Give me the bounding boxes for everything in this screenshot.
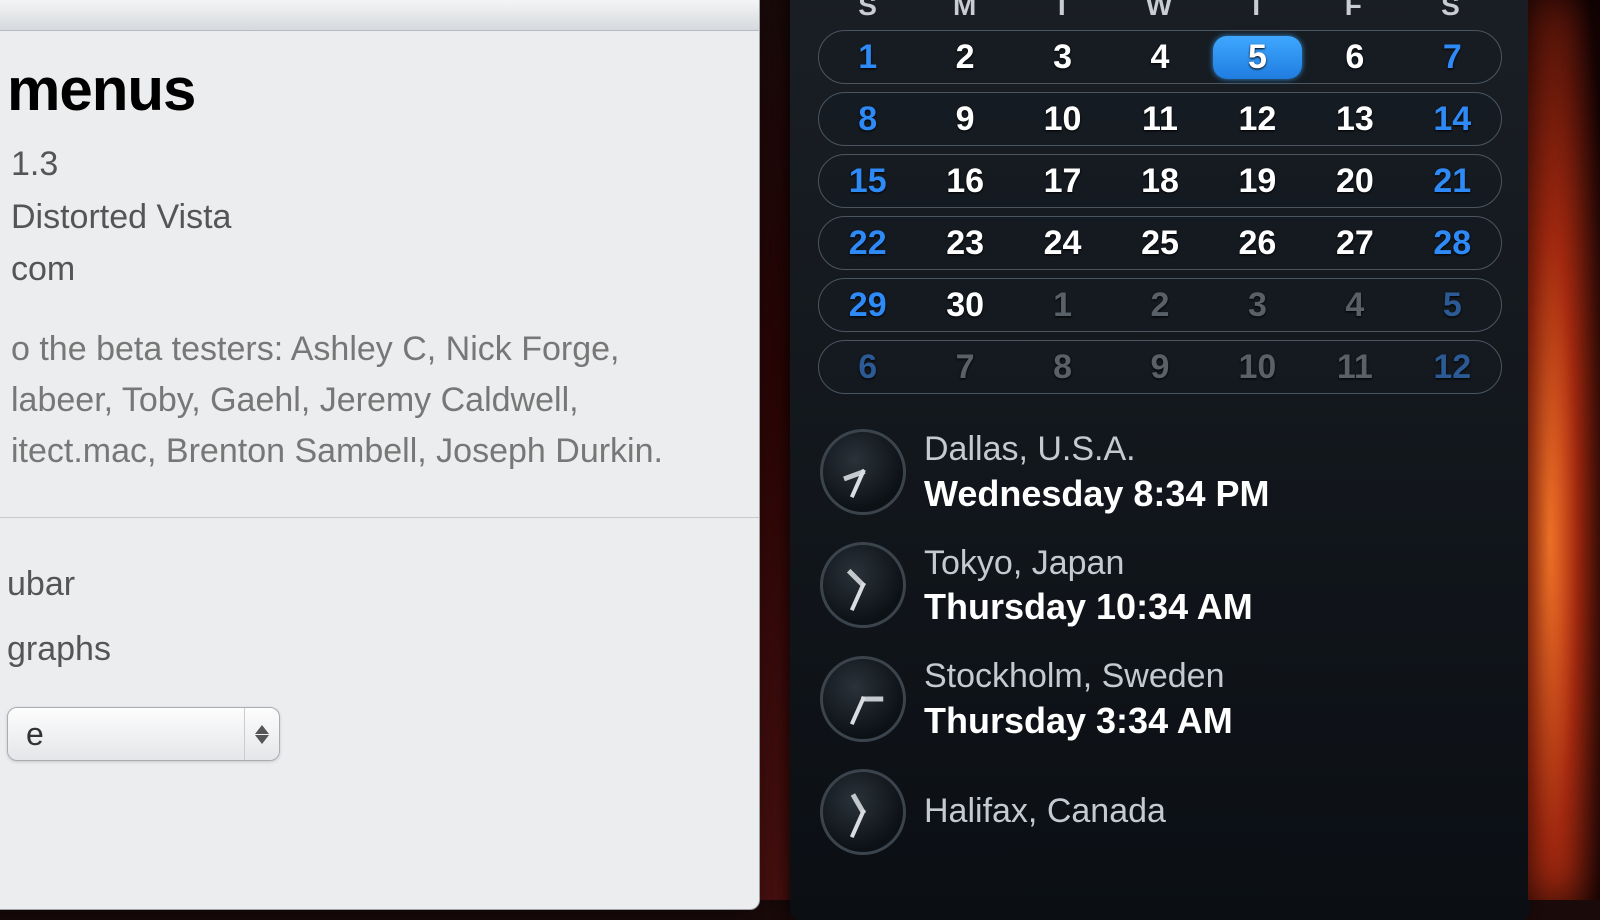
calendar-week-row: 6789101112 [818,340,1502,394]
clock-time: Thursday 10:34 AM [924,584,1253,629]
preferences-toolbar [0,0,759,31]
world-clock-row[interactable]: Dallas, U.S.A.Wednesday 8:34 PM [814,420,1506,534]
credits-block: o the beta testers: Ashley C, Nick Forge… [7,324,729,477]
calendar-day-cell[interactable]: 10 [1209,348,1306,387]
calendar-day-cell[interactable]: 20 [1306,162,1403,201]
clock-location: Tokyo, Japan [924,542,1253,585]
preferences-options-pane: ubar graphs e [0,518,759,776]
option-label: ubar [7,552,729,617]
calendar-day-cell[interactable]: 23 [916,224,1013,263]
preferences-window: menus 1.3 Distorted Vista com o the beta… [0,0,760,910]
calendar-week-row: 293012345 [818,278,1502,332]
calendar-day-cell[interactable]: 8 [819,100,916,139]
calendar-day-cell[interactable]: 11 [1111,100,1208,139]
clock-location: Stockholm, Sweden [924,655,1233,698]
version-text: 1.3 [11,138,729,191]
calendar-day-cell[interactable]: 8 [1014,348,1111,387]
calendar-day-cell[interactable]: 2 [1111,286,1208,325]
preferences-meta: 1.3 Distorted Vista com [7,138,729,296]
calendar-day-cell[interactable]: 9 [1111,348,1208,387]
calendar-day-name: T [1209,0,1306,22]
dropdown-select[interactable]: e [7,707,280,761]
calendar-day-cell[interactable]: 28 [1404,224,1501,263]
calendar-day-cell[interactable]: 27 [1306,224,1403,263]
calendar-day-cell[interactable]: 6 [1306,38,1403,77]
calendar-day-cell[interactable]: 12 [1209,100,1306,139]
calendar-day-cell[interactable]: 6 [819,348,916,387]
world-clock-row[interactable]: Stockholm, SwedenThursday 3:34 AM [814,647,1506,761]
calendar-day-cell[interactable]: 30 [916,286,1013,325]
calendar-day-cell[interactable]: 7 [916,348,1013,387]
stepper-chevrons-icon [244,708,269,760]
clock-face-icon [820,656,906,742]
clock-face-icon [820,542,906,628]
calendar-day-name: F [1306,0,1403,22]
preferences-about-pane: menus 1.3 Distorted Vista com o the beta… [0,31,759,487]
calendar-day-cell[interactable]: 17 [1014,162,1111,201]
calendar-day-cell[interactable]: 3 [1014,38,1111,77]
calendar-day-cell[interactable]: 26 [1209,224,1306,263]
calendar-day-cell[interactable]: 5 [1404,286,1501,325]
calendar-grid: 1234567891011121314151617181920212223242… [818,30,1502,394]
clock-time: Wednesday 8:34 PM [924,471,1269,516]
calendar-day-name: T [1014,0,1111,22]
calendar-day-cell[interactable]: 2 [916,38,1013,77]
calendar-day-cell[interactable]: 12 [1404,348,1501,387]
credits-line: itect.mac, Brenton Sambell, Joseph Durki… [11,426,729,477]
credits-line: labeer, Toby, Gaehl, Jeremy Caldwell, [11,375,729,426]
credits-line: o the beta testers: Ashley C, Nick Forge… [11,324,729,375]
calendar-day-cell[interactable]: 13 [1306,100,1403,139]
calendar-week-row: 1234567 [818,30,1502,84]
calendar-day-cell[interactable]: 14 [1404,100,1501,139]
wallpaper-fire-strip [1528,0,1600,900]
calendar-day-name: M [917,0,1014,22]
calendar-day-cell[interactable]: 11 [1306,348,1403,387]
world-clock-row[interactable]: Halifax, Canada [814,761,1506,873]
calendar-day-cell[interactable]: 24 [1014,224,1111,263]
calendar-day-cell[interactable]: 7 [1404,38,1501,77]
calendar-day-cell[interactable]: 18 [1111,162,1208,201]
calendar-day-cell[interactable]: 25 [1111,224,1208,263]
option-label: graphs [7,617,729,682]
calendar-day-name: S [820,0,917,22]
calendar-day-cell[interactable]: 1 [819,38,916,77]
calendar-week-row: 15161718192021 [818,154,1502,208]
calendar-day-name: S [1403,0,1500,22]
calendar-day-cell[interactable]: 1 [1014,286,1111,325]
clock-time: Thursday 3:34 AM [924,698,1233,743]
calendar-day-name: W [1111,0,1208,22]
calendar-day-cell[interactable]: 19 [1209,162,1306,201]
clock-face-icon [820,429,906,515]
calendar-day-cell[interactable]: 22 [819,224,916,263]
calendar-day-cell[interactable]: 16 [916,162,1013,201]
calendar-day-cell[interactable]: 9 [916,100,1013,139]
clock-text: Tokyo, JapanThursday 10:34 AM [924,542,1253,630]
world-clocks-list: Dallas, U.S.A.Wednesday 8:34 PM Tokyo, Ja… [808,420,1512,873]
calendar-day-cell[interactable]: 15 [819,162,916,201]
clock-text: Stockholm, SwedenThursday 3:34 AM [924,655,1233,743]
calendar-day-cell[interactable]: 3 [1209,286,1306,325]
calendar-day-cell[interactable]: 4 [1111,38,1208,77]
clock-location: Halifax, Canada [924,790,1166,833]
clock-text: Dallas, U.S.A.Wednesday 8:34 PM [924,428,1269,516]
world-clock-row[interactable]: Tokyo, JapanThursday 10:34 AM [814,534,1506,648]
calendar-week-row: 22232425262728 [818,216,1502,270]
dropdown-value: e [26,704,244,765]
calendar-week-row: 891011121314 [818,92,1502,146]
widget-sidebar: SMTWTFS 12345678910111213141516171819202… [790,0,1530,920]
vendor-text: Distorted Vista [11,191,729,244]
calendar-day-cell[interactable]: 10 [1014,100,1111,139]
clock-location: Dallas, U.S.A. [924,428,1269,471]
calendar-day-cell[interactable]: 5 [1213,36,1302,79]
calendar-day-cell[interactable]: 29 [819,286,916,325]
calendar-day-names: SMTWTFS [820,0,1500,22]
clock-text: Halifax, Canada [924,790,1166,833]
calendar-day-cell[interactable]: 4 [1306,286,1403,325]
clock-face-icon [820,769,906,855]
calendar-day-cell[interactable]: 21 [1404,162,1501,201]
preferences-title: menus [7,55,729,124]
contact-text: com [11,243,729,296]
